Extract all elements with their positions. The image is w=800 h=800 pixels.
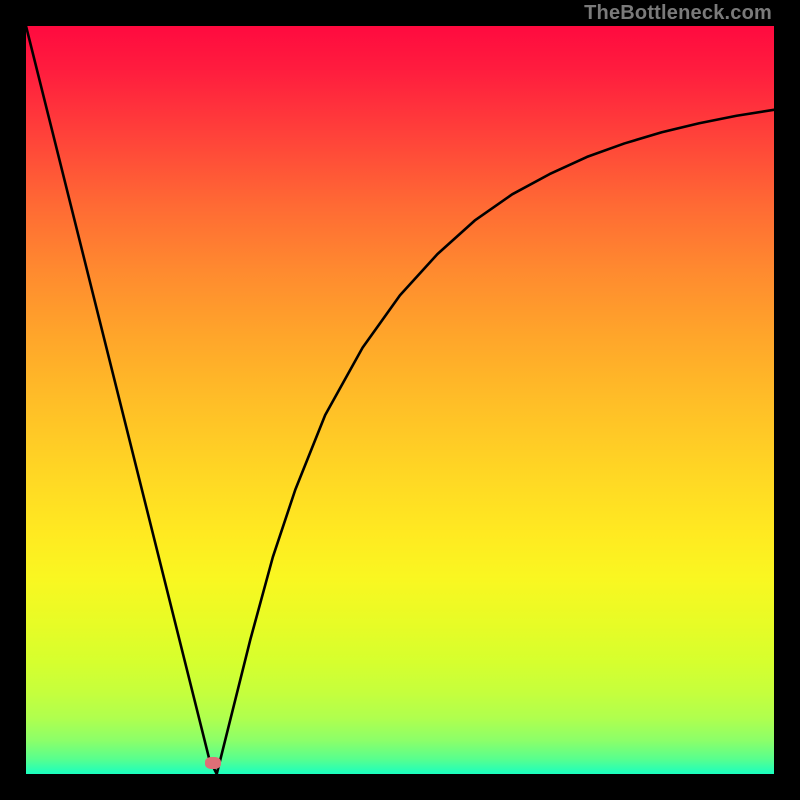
chart-plot-area bbox=[26, 26, 774, 774]
line-path bbox=[26, 26, 774, 774]
chart-marker-dot bbox=[205, 757, 221, 769]
chart-frame: TheBottleneck.com bbox=[0, 0, 800, 800]
chart-line-series bbox=[26, 26, 774, 774]
watermark-text: TheBottleneck.com bbox=[584, 2, 772, 25]
